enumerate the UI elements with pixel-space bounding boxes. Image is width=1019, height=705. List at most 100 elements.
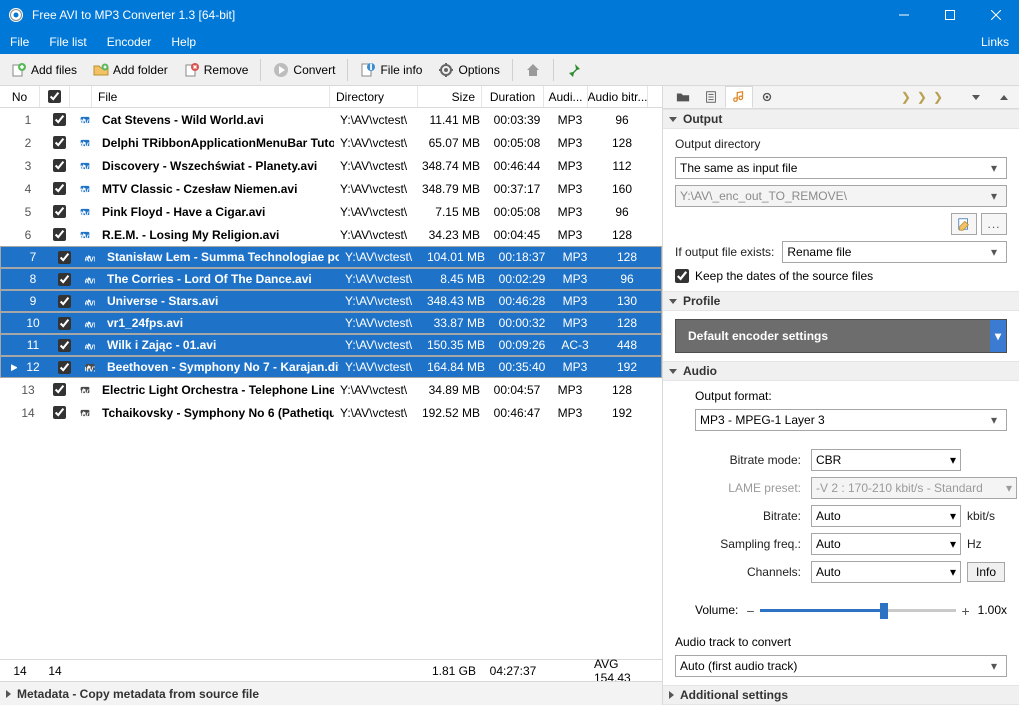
- track-combo[interactable]: Auto (first audio track)▾: [675, 655, 1007, 677]
- row-check[interactable]: [53, 383, 66, 396]
- table-row[interactable]: ▶12DIVXBeethoven - Symphony No 7 - Karaj…: [0, 356, 662, 378]
- col-audio[interactable]: Audi...: [544, 86, 588, 107]
- row-check[interactable]: [53, 136, 66, 149]
- channels-combo[interactable]: Auto▾: [811, 561, 961, 583]
- format-combo[interactable]: MP3 - MPEG-1 Layer 3▾: [695, 409, 1007, 431]
- info-button[interactable]: Info: [967, 562, 1005, 582]
- browse-path-button[interactable]: ...: [981, 213, 1007, 235]
- row-check[interactable]: [53, 205, 66, 218]
- exists-label: If output file exists:: [675, 245, 774, 259]
- col-directory[interactable]: Directory: [330, 86, 418, 107]
- edit-path-button[interactable]: [951, 213, 977, 235]
- menu-help[interactable]: Help: [161, 30, 206, 54]
- output-dir-label: Output directory: [675, 137, 760, 151]
- options-button[interactable]: Options: [431, 58, 506, 82]
- table-body[interactable]: 1AVICat Stevens - Wild World.aviY:\AV\vc…: [0, 108, 662, 659]
- title-bar: Free AVI to MP3 Converter 1.3 [64-bit]: [0, 0, 1019, 30]
- settings-pane: ❯❯❯ Output Output directory The same as …: [663, 86, 1019, 705]
- row-check[interactable]: [53, 182, 66, 195]
- svg-text:AVI: AVI: [85, 255, 95, 264]
- svg-text:DIVX: DIVX: [85, 365, 95, 374]
- table-row[interactable]: 2AVIDelphi TRibbonApplicationMenuBar Tut…: [0, 131, 662, 154]
- table-row[interactable]: 9AVIUniverse - Stars.aviY:\AV\vctest\348…: [0, 290, 662, 312]
- window-title: Free AVI to MP3 Converter 1.3 [64-bit]: [32, 8, 235, 22]
- lame-preset-combo: -V 2 : 170-210 kbit/s - Standard▾: [811, 477, 1017, 499]
- volume-value: 1.00x: [978, 603, 1007, 617]
- row-check[interactable]: [53, 406, 66, 419]
- add-files-button[interactable]: Add files: [4, 58, 84, 82]
- volume-label: Volume:: [695, 603, 738, 617]
- svg-text:AVI: AVI: [85, 277, 95, 286]
- section-additional[interactable]: Additional settings: [663, 685, 1019, 705]
- tab-audio[interactable]: [725, 86, 753, 108]
- row-check[interactable]: [58, 317, 71, 330]
- tab-settings[interactable]: [753, 86, 781, 108]
- nav-arrows[interactable]: ❯❯❯: [887, 86, 963, 108]
- row-check[interactable]: [58, 273, 71, 286]
- menu-encoder[interactable]: Encoder: [97, 30, 162, 54]
- table-row[interactable]: 11AVIWilk i Zając - 01.aviY:\AV\vctest\1…: [0, 334, 662, 356]
- section-output[interactable]: Output: [663, 109, 1019, 129]
- right-tabs: ❯❯❯: [663, 86, 1019, 109]
- convert-button[interactable]: Convert: [266, 58, 342, 82]
- table-row[interactable]: 3AVIDiscovery - Wszechświat - Planety.av…: [0, 154, 662, 177]
- table-row[interactable]: 14DIVXTchaikovsky - Symphony No 6 (Pathe…: [0, 401, 662, 424]
- keep-dates-check[interactable]: Keep the dates of the source files: [675, 269, 1007, 283]
- output-path-combo[interactable]: Y:\AV\_enc_out_TO_REMOVE\▾: [675, 185, 1007, 207]
- remove-button[interactable]: Remove: [177, 58, 256, 82]
- col-duration[interactable]: Duration: [482, 86, 544, 107]
- table-row[interactable]: 8AVIThe Corries - Lord Of The Dance.aviY…: [0, 268, 662, 290]
- menu-filelist[interactable]: File list: [39, 30, 96, 54]
- tab-folder[interactable]: [669, 86, 697, 108]
- col-check[interactable]: [40, 86, 70, 107]
- check-all[interactable]: [48, 90, 61, 103]
- exists-combo[interactable]: Rename file▾: [782, 241, 1007, 263]
- row-check[interactable]: [53, 228, 66, 241]
- table-row[interactable]: 7AVIStanisław Lem - Summa Technologiae p…: [0, 246, 662, 268]
- home-button[interactable]: [518, 58, 548, 82]
- nav-up[interactable]: [991, 86, 1019, 108]
- row-check[interactable]: [58, 339, 71, 352]
- col-no[interactable]: No: [0, 86, 40, 107]
- section-profile[interactable]: Profile: [663, 291, 1019, 311]
- output-dir-combo[interactable]: The same as input file▾: [675, 157, 1007, 179]
- add-folder-button[interactable]: Add folder: [86, 58, 175, 82]
- minimize-button[interactable]: [881, 0, 927, 30]
- table-row[interactable]: 4AVIMTV Classic - Czesław Niemen.aviY:\A…: [0, 177, 662, 200]
- table-row[interactable]: 13DIVXElectric Light Orchestra - Telepho…: [0, 378, 662, 401]
- close-button[interactable]: [973, 0, 1019, 30]
- row-check[interactable]: [58, 361, 71, 374]
- menu-file[interactable]: File: [0, 30, 39, 54]
- col-file[interactable]: File: [92, 86, 330, 107]
- row-check[interactable]: [58, 295, 71, 308]
- table-row[interactable]: 10AVIvr1_24fps.aviY:\AV\vctest\33.87 MB0…: [0, 312, 662, 334]
- bitrate-combo[interactable]: Auto▾: [811, 505, 961, 527]
- bitrate-mode-combo[interactable]: CBR▾: [811, 449, 961, 471]
- sampling-combo[interactable]: Auto▾: [811, 533, 961, 555]
- col-size[interactable]: Size: [418, 86, 482, 107]
- col-bitrate[interactable]: Audio bitr...: [588, 86, 648, 107]
- app-icon: [8, 7, 24, 23]
- row-check[interactable]: [53, 159, 66, 172]
- row-check[interactable]: [58, 251, 71, 264]
- svg-text:AVI: AVI: [80, 209, 90, 218]
- tab-doc[interactable]: [697, 86, 725, 108]
- format-label: Output format:: [695, 389, 772, 403]
- menu-links[interactable]: Links: [971, 30, 1019, 54]
- metadata-bar[interactable]: Metadata - Copy metadata from source fil…: [0, 681, 662, 705]
- table-row[interactable]: 5AVIPink Floyd - Have a Cigar.aviY:\AV\v…: [0, 200, 662, 223]
- volume-slider[interactable]: −+: [746, 601, 969, 619]
- menu-bar: File File list Encoder Help Links: [0, 30, 1019, 54]
- table-row[interactable]: 6AVIR.E.M. - Losing My Religion.aviY:\AV…: [0, 223, 662, 246]
- svg-text:AVI: AVI: [85, 321, 95, 330]
- maximize-button[interactable]: [927, 0, 973, 30]
- row-check[interactable]: [53, 113, 66, 126]
- nav-down[interactable]: [963, 86, 991, 108]
- pin-button[interactable]: [559, 58, 589, 82]
- svg-text:AVI: AVI: [80, 117, 90, 126]
- profile-combo[interactable]: Default encoder settings▾: [675, 319, 1007, 353]
- svg-text:AVI: AVI: [85, 299, 95, 308]
- table-row[interactable]: 1AVICat Stevens - Wild World.aviY:\AV\vc…: [0, 108, 662, 131]
- file-info-button[interactable]: iFile info: [353, 58, 429, 82]
- section-audio[interactable]: Audio: [663, 361, 1019, 381]
